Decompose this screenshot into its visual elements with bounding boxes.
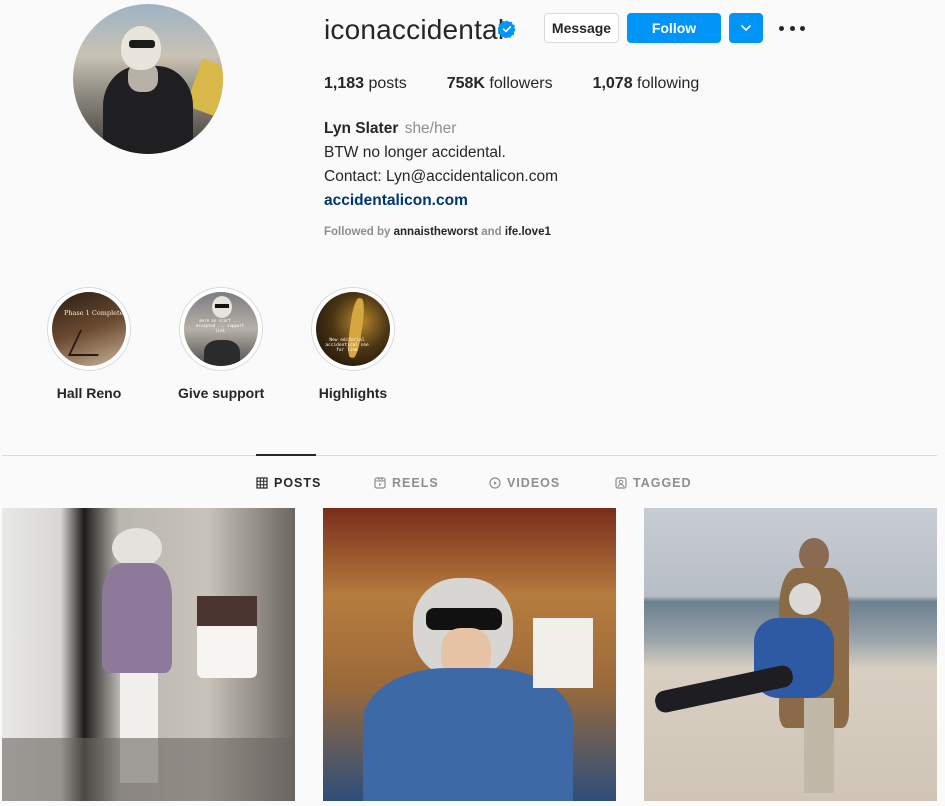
- highlight-ring: more on scarf ... accepted ... support l…: [179, 287, 263, 371]
- active-tab-indicator: [256, 454, 316, 456]
- reels-icon: [374, 477, 386, 489]
- bio-line: BTW no longer accidental.: [324, 144, 506, 161]
- post-thumbnail[interactable]: [323, 508, 616, 801]
- grid-icon: [256, 477, 268, 489]
- profile-full-name: Lyn Slater she/her: [324, 120, 457, 137]
- highlight-ring: Phase 1 Complete: [47, 287, 131, 371]
- tab-videos[interactable]: VIDEOS: [489, 476, 560, 490]
- avatar-glasses: [129, 40, 155, 48]
- more-options-icon[interactable]: [779, 18, 805, 38]
- profile-avatar[interactable]: [73, 4, 223, 154]
- highlight-cover-text: Phase 1 Complete: [64, 309, 124, 317]
- post-thumbnail[interactable]: [644, 508, 937, 801]
- highlight-label: Highlights: [318, 385, 388, 401]
- highlight-cover: more on scarf ... accepted ... support l…: [184, 292, 258, 366]
- profile-pronouns: she/her: [404, 120, 457, 137]
- message-button[interactable]: Message: [544, 13, 619, 43]
- suggested-dropdown-button[interactable]: [729, 13, 763, 43]
- avatar-head: [121, 26, 161, 70]
- highlight-cover: New editorial accidentical see for link: [316, 292, 390, 366]
- chevron-down-icon: [741, 25, 751, 31]
- tag-icon: [615, 477, 627, 489]
- highlight-label: Hall Reno: [56, 385, 122, 401]
- highlight-cover-text: New editorial accidentical see for link: [325, 338, 369, 353]
- story-highlight[interactable]: New editorial accidentical see for link …: [310, 287, 396, 401]
- followers-link[interactable]: 758K followers: [447, 75, 553, 93]
- story-highlight[interactable]: Phase 1 Complete Hall Reno: [46, 287, 132, 401]
- highlight-label: Give support: [178, 385, 265, 401]
- following-link[interactable]: 1,078 following: [593, 75, 700, 93]
- bio-contact-line: Contact: Lyn@accidentalicon.com: [324, 168, 558, 185]
- play-icon: [489, 477, 501, 489]
- story-highlight[interactable]: more on scarf ... accepted ... support l…: [178, 287, 264, 401]
- followed-by-text: Followed by annaistheworst and ife.love1: [324, 226, 551, 238]
- tab-posts[interactable]: POSTS: [256, 476, 321, 490]
- verified-badge-icon: [498, 20, 516, 38]
- post-thumbnail[interactable]: [2, 508, 295, 801]
- tab-reels[interactable]: REELS: [374, 476, 439, 490]
- profile-website-link[interactable]: accidentalicon.com: [324, 192, 468, 210]
- tabs-divider: [2, 455, 937, 456]
- highlight-cover: Phase 1 Complete: [52, 292, 126, 366]
- follow-button[interactable]: Follow: [627, 13, 721, 43]
- profile-username: iconaccidental: [324, 14, 505, 45]
- followed-by-user-link[interactable]: annaistheworst: [394, 226, 478, 238]
- tab-tagged[interactable]: TAGGED: [615, 476, 692, 490]
- highlight-ring: New editorial accidentical see for link: [311, 287, 395, 371]
- profile-stats: 1,183 posts 758K followers 1,078 followi…: [324, 75, 739, 93]
- posts-count: 1,183 posts: [324, 75, 407, 92]
- followed-by-user-link[interactable]: ife.love1: [505, 226, 551, 238]
- highlight-cover-text: more on scarf ... accepted ... support l…: [195, 318, 245, 333]
